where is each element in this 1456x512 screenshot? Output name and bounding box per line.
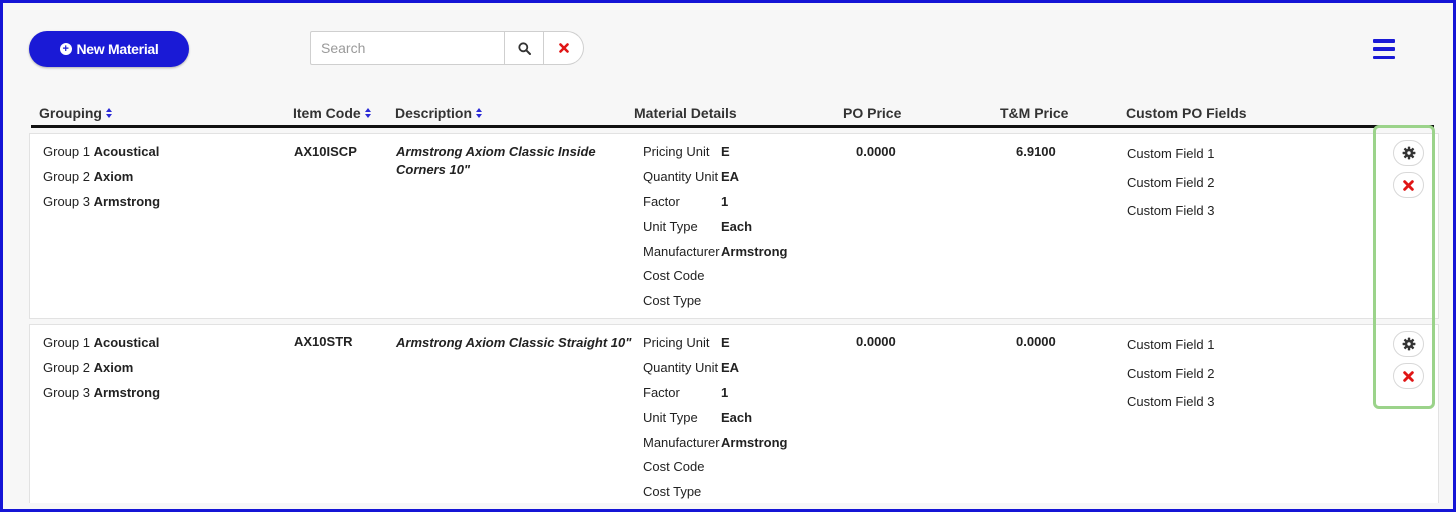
table-row: Group 1 Acoustical Group 2 Axiom Group 3… [29, 133, 1439, 319]
material-details-cell: Pricing Unit E Quantity Unit EA Factor 1 Un… [643, 335, 787, 503]
grouping-cell: Group 1 Acoustical Group 2 Axiom Group 3… [43, 335, 160, 410]
column-material-details-label: Material Details [634, 105, 737, 121]
materials-page: + New Material Grouping [6, 6, 1447, 503]
custom-fields-cell: Custom Field 1 Custom Field 2 Custom Fie… [1127, 337, 1214, 423]
settings-button[interactable] [1393, 140, 1424, 166]
po-price: 0.0000 [856, 144, 896, 159]
column-tm-price-label: T&M Price [1000, 105, 1069, 121]
custom-field-2: Custom Field 2 [1127, 365, 1215, 381]
group1-label: Group 1 [43, 335, 90, 350]
factor-label: Factor [643, 193, 680, 209]
column-item-code-label: Item Code [293, 105, 361, 121]
tm-price: 6.9100 [1016, 144, 1056, 159]
column-tm-price: T&M Price [1000, 105, 1068, 121]
quantity-unit-label: Quantity Unit [643, 359, 719, 375]
factor-value: 1 [721, 384, 729, 400]
item-code: AX10ISCP [294, 144, 357, 159]
column-description-label: Description [395, 105, 473, 121]
gear-icon [1402, 337, 1415, 351]
group3-value: Armstrong [93, 194, 161, 209]
search-icon [517, 41, 531, 55]
column-material-details: Material Details [634, 105, 737, 121]
close-icon [1403, 179, 1414, 191]
cost-type-label: Cost Type [643, 293, 702, 309]
close-icon [1403, 370, 1414, 382]
manufacturer-value: Armstrong [721, 243, 788, 259]
cost-code-label: Cost Code [643, 268, 705, 284]
search-input[interactable] [310, 31, 504, 65]
quantity-unit-label: Quantity Unit [643, 168, 719, 184]
app-frame: + New Material Grouping [0, 0, 1456, 512]
table-header: Grouping Item Code Description Material … [31, 101, 1434, 128]
settings-button[interactable] [1393, 331, 1424, 357]
cost-type-label: Cost Type [643, 484, 702, 500]
group3-value: Armstrong [93, 385, 161, 400]
column-description[interactable]: Description [395, 105, 483, 121]
sort-icon [364, 108, 372, 118]
unit-type-value: Each [721, 218, 753, 234]
unit-type-label: Unit Type [643, 409, 698, 425]
search-bar [310, 31, 584, 65]
column-custom-po-fields-label: Custom PO Fields [1126, 105, 1247, 121]
custom-field-3: Custom Field 3 [1127, 203, 1215, 218]
cost-code-label: Cost Code [643, 459, 705, 475]
quantity-unit-value: EA [721, 168, 740, 184]
gear-icon [1402, 146, 1415, 160]
group1-value: Acoustical [93, 335, 160, 350]
group3-label: Group 3 [43, 385, 90, 400]
group1-value: Acoustical [93, 144, 160, 159]
manufacturer-value: Armstrong [721, 434, 788, 450]
group1-label: Group 1 [43, 144, 90, 159]
material-details-cell: Pricing Unit E Quantity Unit EA Factor 1 Un… [643, 144, 787, 318]
custom-field-1: Custom Field 1 [1127, 337, 1215, 352]
sort-icon [476, 108, 483, 118]
sort-icon [106, 108, 113, 118]
close-icon [558, 43, 569, 53]
group3-label: Group 3 [43, 194, 90, 209]
po-price: 0.0000 [856, 334, 896, 349]
column-po-price-label: PO Price [843, 105, 902, 121]
group2-label: Group 2 [43, 360, 90, 375]
pricing-unit-label: Pricing Unit [643, 335, 710, 350]
quantity-unit-value: EA [721, 359, 740, 375]
pricing-unit-value: E [721, 144, 730, 159]
pricing-unit-value: E [721, 335, 730, 350]
manufacturer-label: Manufacturer [643, 434, 720, 450]
group2-label: Group 2 [43, 169, 90, 184]
manufacturer-label: Manufacturer [643, 243, 720, 259]
group2-value: Axiom [93, 360, 134, 375]
column-po-price: PO Price [843, 105, 901, 121]
description: Armstrong Axiom Classic Straight 10" [396, 335, 632, 350]
search-button[interactable] [504, 31, 544, 65]
plus-circle-icon: + [59, 43, 72, 55]
group2-value: Axiom [93, 169, 134, 184]
custom-field-3: Custom Field 3 [1127, 394, 1215, 409]
custom-field-1: Custom Field 1 [1127, 146, 1215, 161]
unit-type-label: Unit Type [643, 218, 698, 234]
description: Armstrong Axiom Classic Inside Corners 1… [396, 144, 596, 177]
grouping-cell: Group 1 Acoustical Group 2 Axiom Group 3… [43, 144, 160, 219]
column-grouping-label: Grouping [39, 105, 102, 121]
delete-button[interactable] [1393, 363, 1424, 389]
new-material-button[interactable]: + New Material [29, 31, 189, 67]
new-material-label: New Material [76, 41, 159, 57]
item-code: AX10STR [294, 334, 353, 349]
unit-type-value: Each [721, 409, 753, 425]
custom-fields-cell: Custom Field 1 Custom Field 2 Custom Fie… [1127, 146, 1214, 232]
delete-button[interactable] [1393, 172, 1424, 198]
pricing-unit-label: Pricing Unit [643, 144, 710, 159]
clear-search-button[interactable] [544, 31, 584, 65]
table-row: Group 1 Acoustical Group 2 Axiom Group 3… [29, 324, 1439, 503]
tm-price: 0.0000 [1016, 334, 1056, 349]
column-grouping[interactable]: Grouping [39, 105, 113, 121]
factor-value: 1 [721, 193, 729, 209]
custom-field-2: Custom Field 2 [1127, 174, 1215, 190]
column-custom-po-fields: Custom PO Fields [1126, 105, 1247, 121]
factor-label: Factor [643, 384, 680, 400]
column-item-code[interactable]: Item Code [293, 105, 372, 121]
hamburger-menu-icon[interactable] [1373, 39, 1395, 59]
